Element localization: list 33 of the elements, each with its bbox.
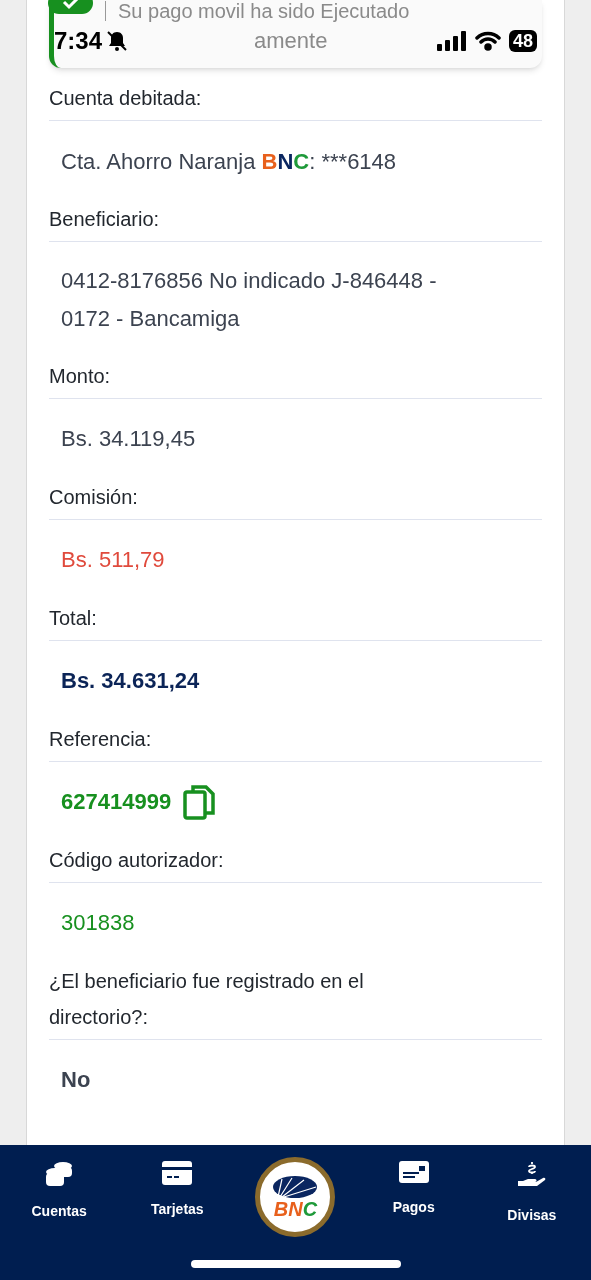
check-icon <box>61 0 80 10</box>
field-label: Código autorizador: <box>49 848 225 873</box>
logo-button[interactable]: BNC <box>255 1157 336 1237</box>
nav-tab[interactable]: Tarjetas <box>118 1157 237 1237</box>
notification-text: Su pago movil ha sido Ejecutado <box>105 1 410 21</box>
field-value: Bs. 34.119,45 <box>61 425 196 453</box>
logo-text: BNC <box>273 1199 318 1219</box>
field-value: Bs. 511,79 <box>61 546 165 574</box>
nav-tab[interactable]: Pagos <box>354 1157 473 1237</box>
field-value: 627414999 <box>61 788 172 816</box>
field-label: Comisión: <box>49 485 139 510</box>
field-value: No <box>61 1066 91 1094</box>
field-value: Bs. 34.631,24 <box>61 667 200 695</box>
notification-text: amente <box>254 30 328 52</box>
card-icon <box>162 1161 193 1185</box>
field-label: Beneficiario: <box>49 207 161 232</box>
id-card-icon <box>398 1161 429 1183</box>
logo-icon <box>272 1175 319 1199</box>
field-value: 301838 <box>61 909 135 937</box>
field-label: Total: <box>49 606 98 631</box>
wifi-icon <box>474 31 501 51</box>
field-label: Monto: <box>49 364 112 389</box>
nav-tab[interactable]: Cuentas <box>0 1157 119 1237</box>
field-label: Cuenta debitada: <box>49 86 203 111</box>
field-value: Cta. Ahorro Naranja BNC: ***6148 <box>61 147 397 176</box>
copy-icon[interactable] <box>183 784 216 820</box>
nav-tab[interactable]: Divisas <box>472 1157 591 1237</box>
field-value: 0412-8176856 No indicado J-846448 - 0172 - Bancamiga <box>61 267 438 333</box>
field-label: Referencia: <box>49 727 153 752</box>
signal-icon <box>436 31 467 51</box>
clock: 7:34 <box>54 26 103 56</box>
battery-indicator: 48 <box>508 30 537 52</box>
field-label: ¿El beneficiario fue registrado en el directorio?: <box>49 969 365 1030</box>
